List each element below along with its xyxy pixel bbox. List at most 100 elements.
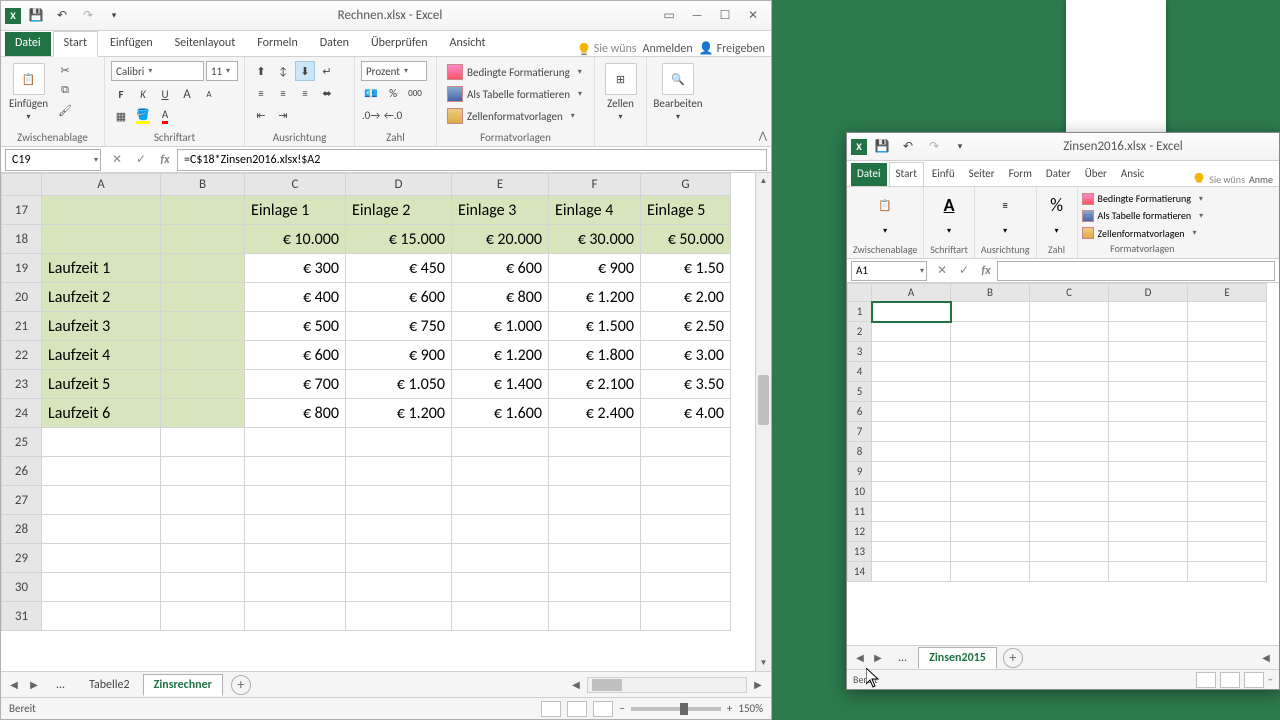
ribbon-options-icon[interactable]: ▭ <box>655 5 683 27</box>
align-bottom-icon[interactable]: ⬇ <box>295 61 315 81</box>
cell[interactable]: Laufzeit 2 <box>42 283 161 312</box>
tab-pagelayout[interactable]: Seitenlayout <box>165 32 246 56</box>
cell[interactable]: Einlage 5 <box>641 196 731 225</box>
tab-review[interactable]: Über <box>1079 163 1113 186</box>
tab-insert[interactable]: Einfügen <box>100 32 163 56</box>
bold-button[interactable]: F <box>111 84 131 104</box>
cells-button[interactable]: ⊞ Zellen▾ <box>601 61 640 124</box>
cut-icon[interactable]: ✂ <box>54 61 76 79</box>
cell[interactable]: Einlage 1 <box>245 196 346 225</box>
view-normal-icon[interactable] <box>541 701 561 717</box>
formatpainter-icon[interactable]: 🖌 <box>54 101 76 119</box>
enter-formula-icon[interactable]: ✓ <box>953 261 975 281</box>
borders-icon[interactable]: ▦ <box>111 106 131 126</box>
cell[interactable] <box>1188 542 1267 562</box>
zoom-out-icon[interactable]: − <box>619 702 624 715</box>
qat-customize-icon[interactable]: ▾ <box>103 5 125 27</box>
scroll-thumb[interactable] <box>758 375 769 425</box>
cell[interactable] <box>1188 402 1267 422</box>
save-icon[interactable]: 💾 <box>871 136 893 158</box>
cell[interactable] <box>872 382 951 402</box>
cell[interactable] <box>1030 462 1109 482</box>
collapse-ribbon-icon[interactable]: ⋀ <box>759 129 767 142</box>
cell[interactable] <box>1188 502 1267 522</box>
cell[interactable] <box>951 382 1030 402</box>
row-header[interactable]: 24 <box>2 399 42 428</box>
italic-button[interactable]: K <box>133 84 153 104</box>
cell[interactable] <box>1188 482 1267 502</box>
indent-inc-icon[interactable]: ⇥ <box>273 105 293 125</box>
row-header[interactable]: 18 <box>2 225 42 254</box>
col-header[interactable]: D <box>346 174 452 196</box>
tab-data[interactable]: Daten <box>310 32 359 56</box>
cell[interactable]: € 1.600 <box>452 399 549 428</box>
redo-icon[interactable]: ↷ <box>77 5 99 27</box>
indent-dec-icon[interactable]: ⇤ <box>251 105 271 125</box>
row-header[interactable]: 12 <box>848 522 872 542</box>
cell[interactable] <box>872 482 951 502</box>
cell[interactable] <box>161 399 245 428</box>
cell[interactable] <box>872 322 951 342</box>
cell[interactable] <box>951 482 1030 502</box>
col-header[interactable]: A <box>872 284 951 302</box>
tab-start[interactable]: Start <box>889 162 924 187</box>
shrink-font-icon[interactable]: A <box>199 84 219 104</box>
hscroll-left-icon[interactable]: ◀ <box>1257 649 1275 667</box>
conditional-formatting[interactable]: Bedingte Formatierung▾ <box>1082 190 1203 207</box>
font-size-select[interactable]: 11▾ <box>206 61 238 81</box>
cell[interactable] <box>1188 422 1267 442</box>
share-button[interactable]: 👤Freigeben <box>699 41 765 56</box>
cell[interactable] <box>872 302 951 322</box>
cell[interactable] <box>872 422 951 442</box>
sheet-nav-first-icon[interactable]: ◀ <box>5 676 23 694</box>
cell[interactable]: € 1.200 <box>346 399 452 428</box>
add-sheet-icon[interactable]: + <box>231 675 251 695</box>
titlebar[interactable]: X 💾 ↶ ↷ ▾ Rechnen.xlsx - Excel ▭ — ☐ ✕ <box>1 1 771 31</box>
cell[interactable] <box>1030 522 1109 542</box>
tab-data[interactable]: Dater <box>1040 163 1077 186</box>
cell[interactable] <box>872 342 951 362</box>
cell[interactable] <box>161 312 245 341</box>
zoom-level[interactable]: 150% <box>738 702 763 715</box>
undo-icon[interactable]: ↶ <box>897 136 919 158</box>
row-header[interactable]: 3 <box>848 342 872 362</box>
paste-button[interactable]: 📋 Einfügen ▾ <box>7 61 50 124</box>
undo-icon[interactable]: ↶ <box>51 5 73 27</box>
cell[interactable]: € 700 <box>245 370 346 399</box>
cell[interactable] <box>951 542 1030 562</box>
cell[interactable] <box>1109 442 1188 462</box>
cell[interactable] <box>1188 342 1267 362</box>
cell[interactable] <box>872 402 951 422</box>
row-header[interactable]: 10 <box>848 482 872 502</box>
cell[interactable]: Laufzeit 6 <box>42 399 161 428</box>
percent-icon[interactable]: % <box>1043 191 1071 219</box>
worksheet-grid[interactable]: A B C D E F G 17 Einlage 1 Einlage 2 Ein… <box>1 173 755 671</box>
cell[interactable]: Einlage 2 <box>346 196 452 225</box>
cell[interactable]: € 400 <box>245 283 346 312</box>
cell[interactable] <box>1030 302 1109 322</box>
cell[interactable] <box>161 341 245 370</box>
cell[interactable] <box>951 342 1030 362</box>
cell[interactable] <box>872 502 951 522</box>
cell[interactable] <box>1188 442 1267 462</box>
zoom-in-icon[interactable]: + <box>727 702 732 715</box>
cell[interactable]: € 2.00 <box>641 283 731 312</box>
font-color-icon[interactable]: A <box>155 106 175 126</box>
tab-formulas[interactable]: Form <box>1003 163 1038 186</box>
signin-link[interactable]: Anmelden <box>643 42 693 56</box>
hscroll-left-icon[interactable]: ◀ <box>567 676 585 694</box>
cell[interactable] <box>1188 362 1267 382</box>
tab-view[interactable]: Ansicht <box>440 32 496 56</box>
name-box[interactable]: A1▾ <box>851 261 927 281</box>
sheet-ellipsis[interactable]: ... <box>887 647 918 669</box>
cell[interactable] <box>1109 382 1188 402</box>
view-pagelayout-icon[interactable] <box>567 701 587 717</box>
sheet-tab-active[interactable]: Zinsen2015 <box>918 647 997 669</box>
cell[interactable]: € 1.50 <box>641 254 731 283</box>
cell[interactable]: € 2.400 <box>549 399 641 428</box>
cell[interactable] <box>1030 422 1109 442</box>
row-header[interactable]: 29 <box>2 544 42 573</box>
cell[interactable]: Einlage 3 <box>452 196 549 225</box>
cell[interactable] <box>872 542 951 562</box>
conditional-formatting[interactable]: Bedingte Formatierung▾ <box>443 61 588 83</box>
